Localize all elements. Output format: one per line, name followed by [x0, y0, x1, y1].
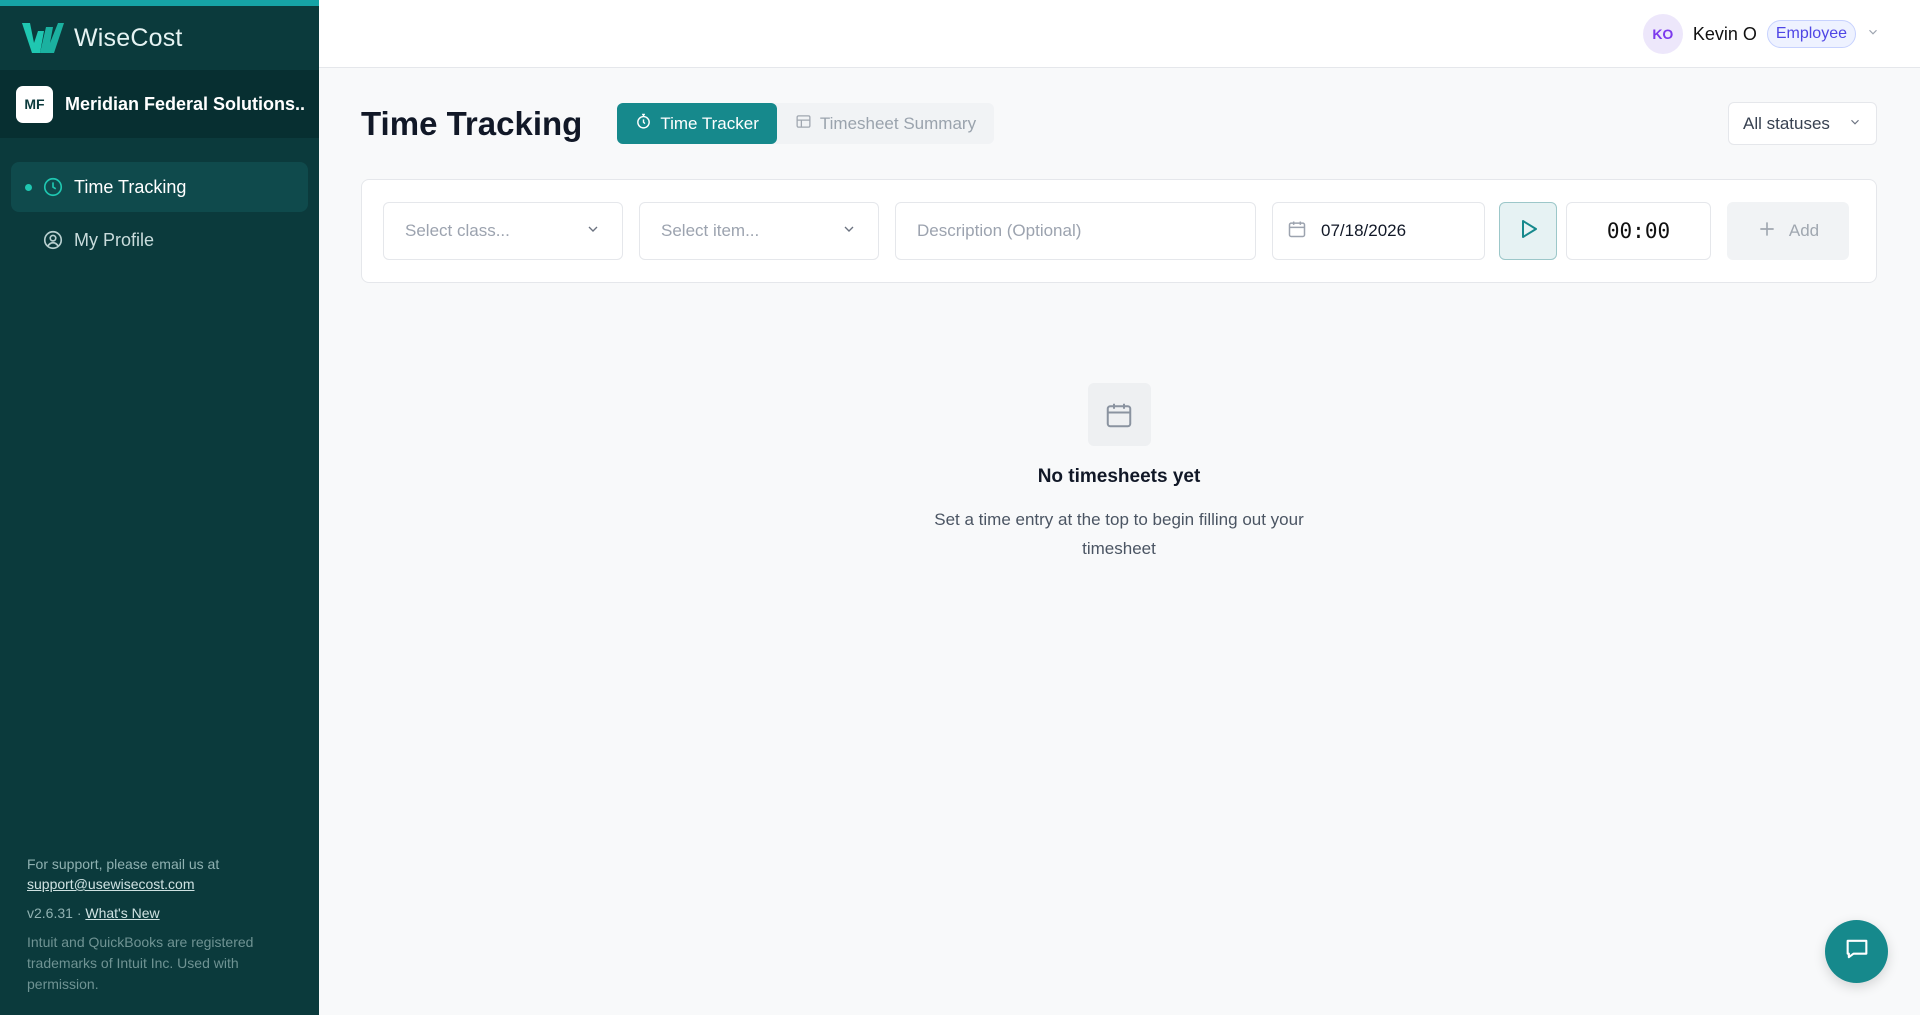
main-content: Time Tracking Time Tracker Timesheet Sum…	[361, 68, 1877, 558]
description-input[interactable]: Description (Optional)	[895, 202, 1256, 260]
whats-new-link[interactable]: What's New	[85, 905, 159, 921]
empty-state: No timesheets yet Set a time entry at th…	[361, 383, 1877, 563]
chat-support-button[interactable]	[1825, 920, 1888, 983]
status-filter-value: All statuses	[1743, 113, 1830, 133]
clock-icon	[42, 176, 64, 198]
tab-timesheet-summary[interactable]: Timesheet Summary	[777, 103, 994, 144]
sidebar-item-my-profile[interactable]: My Profile	[11, 215, 308, 265]
start-timer-button[interactable]	[1499, 202, 1557, 260]
chevron-down-icon	[1848, 114, 1862, 134]
chevron-down-icon	[585, 221, 601, 242]
calendar-icon	[1087, 383, 1151, 446]
chevron-down-icon	[841, 221, 857, 242]
active-indicator-dot	[25, 183, 32, 191]
org-name: Meridian Federal Solutions...	[65, 93, 305, 114]
description-placeholder: Description (Optional)	[917, 221, 1082, 240]
sidebar: WiseCost MF Meridian Federal Solutions..…	[0, 0, 319, 1015]
version-text: v2.6.31 ·	[27, 905, 82, 921]
timer-display[interactable]: 00:00	[1566, 202, 1711, 260]
sidebar-nav: Time Tracking My Profile	[0, 138, 319, 265]
sidebar-item-time-tracking[interactable]: Time Tracking	[11, 162, 308, 212]
user-menu[interactable]: KO Kevin O Employee	[1642, 14, 1880, 54]
play-icon	[1516, 217, 1540, 246]
empty-state-description: Set a time entry at the top to begin fil…	[934, 510, 1304, 558]
item-select[interactable]: Select item...	[639, 202, 879, 260]
legal-text: Intuit and QuickBooks are registered tra…	[27, 934, 254, 992]
sidebar-item-label: Time Tracking	[74, 176, 187, 197]
chat-icon	[1843, 935, 1871, 968]
page-title: Time Tracking	[361, 104, 583, 142]
support-text: For support, please email us at	[27, 856, 220, 872]
user-circle-icon	[42, 229, 64, 251]
tab-time-tracker[interactable]: Time Tracker	[617, 103, 777, 144]
support-email-link[interactable]: support@usewisecost.com	[27, 876, 195, 892]
tab-label: Time Tracker	[660, 113, 759, 133]
date-picker[interactable]: 07/18/2026	[1272, 202, 1485, 260]
item-select-placeholder: Select item...	[661, 221, 760, 240]
title-row: Time Tracking Time Tracker Timesheet Sum…	[361, 68, 1877, 179]
time-entry-bar: Select class... Select item... Descripti…	[361, 179, 1877, 283]
add-entry-button[interactable]: Add	[1727, 202, 1849, 260]
status-filter-select[interactable]: All statuses	[1728, 102, 1877, 145]
view-tabs: Time Tracker Timesheet Summary	[617, 103, 995, 144]
avatar: KO	[1642, 14, 1683, 54]
org-initials-badge: MF	[16, 85, 53, 123]
tab-label: Timesheet Summary	[819, 113, 977, 133]
org-switcher[interactable]: MF Meridian Federal Solutions...	[0, 70, 319, 138]
wisecost-logo-icon	[22, 23, 64, 53]
stopwatch-icon	[635, 113, 652, 135]
calendar-icon	[1287, 219, 1307, 244]
table-icon	[795, 113, 812, 135]
add-button-label: Add	[1788, 221, 1820, 240]
empty-state-title: No timesheets yet	[1037, 466, 1201, 487]
chevron-down-icon[interactable]	[1866, 25, 1880, 44]
class-select[interactable]: Select class...	[383, 202, 623, 260]
sidebar-item-label: My Profile	[74, 229, 155, 250]
top-header: KO Kevin O Employee	[319, 0, 1920, 68]
plus-icon	[1757, 219, 1777, 244]
class-select-placeholder: Select class...	[405, 221, 510, 240]
role-badge: Employee	[1766, 20, 1856, 48]
date-value: 07/18/2026	[1321, 221, 1407, 240]
app-name: WiseCost	[74, 23, 183, 52]
user-name: Kevin O	[1692, 23, 1757, 44]
sidebar-footer: For support, please email us at support@…	[27, 854, 297, 995]
brand[interactable]: WiseCost	[0, 6, 319, 70]
